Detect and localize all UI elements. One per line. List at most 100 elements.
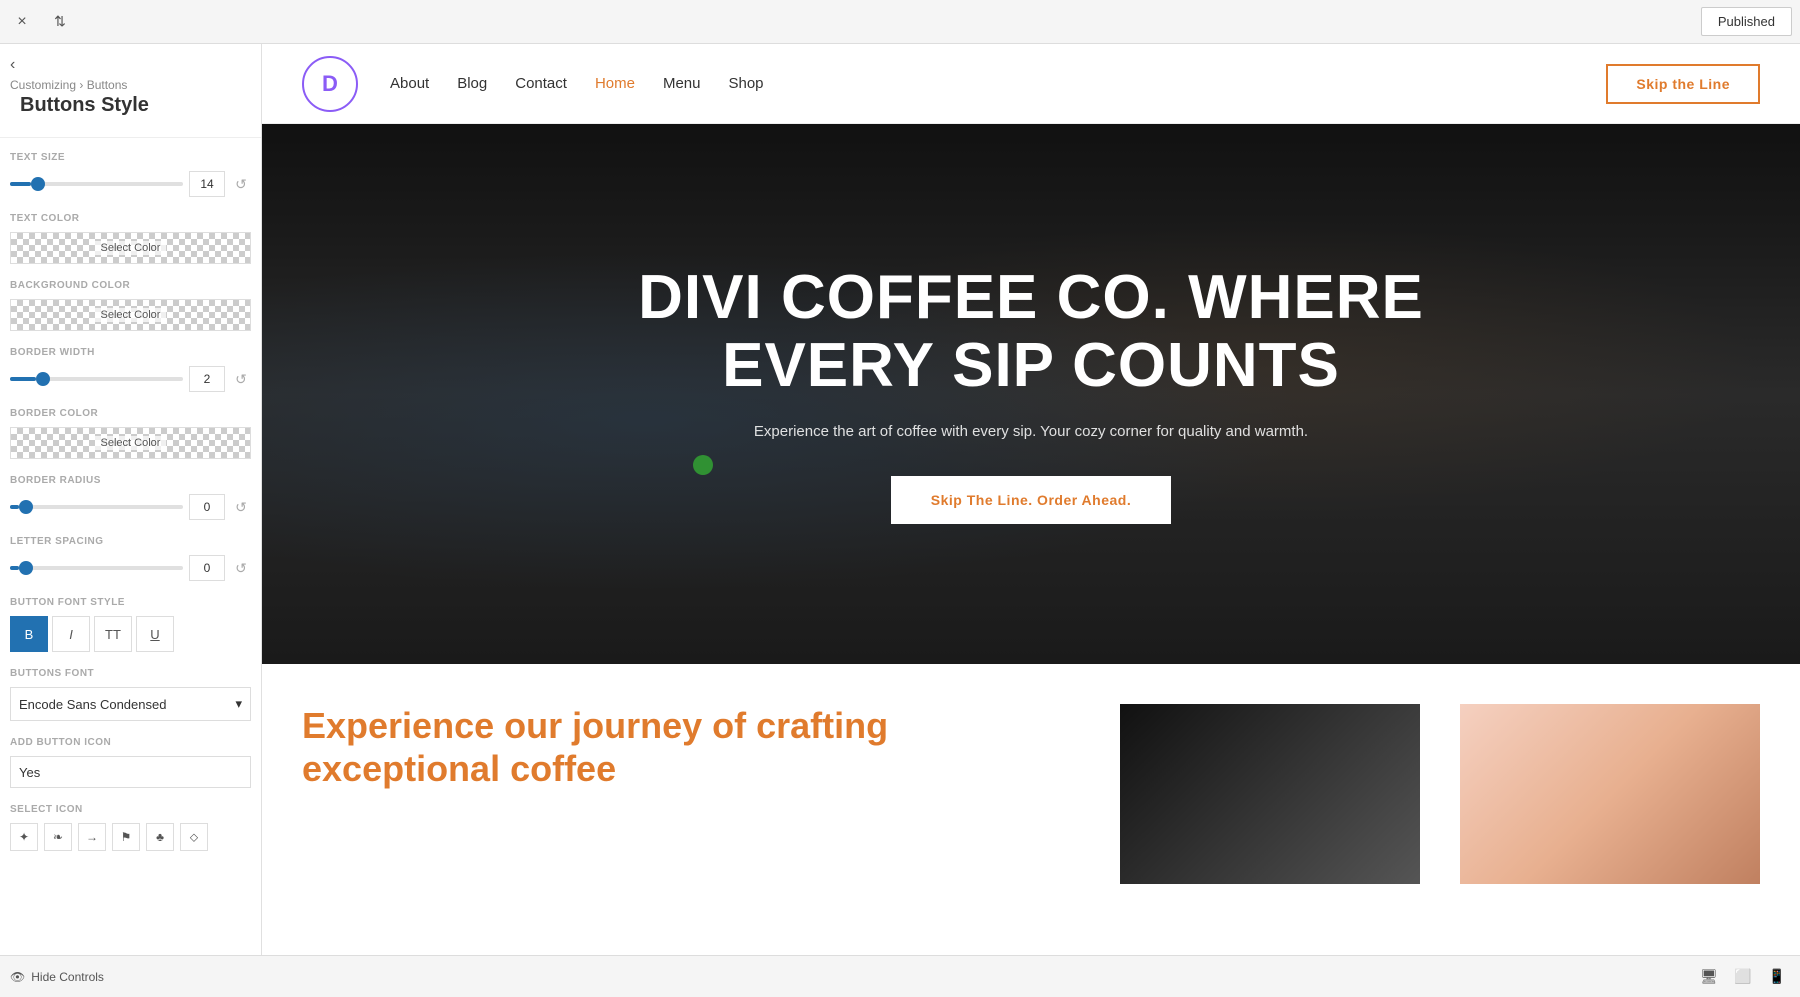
website-preview: D About Blog Contact Home Menu Shop Skip…: [262, 44, 1800, 955]
buttons-font-section: BUTTONS FONT Encode Sans Condensed ▾: [0, 658, 261, 727]
text-color-label: TEXT COLOR: [10, 213, 251, 224]
select-icon-section: SELECT ICON ✦ ❧ → ⚑ ♣ ⬦: [0, 794, 261, 857]
below-hero-text: Experience our journey of crafting excep…: [302, 704, 1080, 915]
history-arrows[interactable]: ⇅: [44, 8, 76, 36]
arrows-icon: ⇅: [54, 13, 66, 30]
hero-content: DIVI COFFEE CO. WHERE EVERY SIP COUNTS E…: [581, 264, 1481, 524]
text-size-row: 14 ↺: [10, 171, 251, 197]
nav-link-menu[interactable]: Menu: [663, 75, 701, 92]
underline-button[interactable]: U: [136, 616, 174, 652]
hero-title: DIVI COFFEE CO. WHERE EVERY SIP COUNTS: [601, 264, 1461, 400]
panel-title: Buttons Style: [10, 92, 251, 129]
text-size-value[interactable]: 14: [189, 171, 225, 197]
background-color-swatch-label: Select Color: [95, 308, 167, 322]
nav-link-blog[interactable]: Blog: [457, 75, 487, 92]
text-color-section: TEXT COLOR Select Color: [0, 203, 261, 270]
nav-link-shop[interactable]: Shop: [728, 75, 763, 92]
letter-spacing-slider[interactable]: [10, 566, 183, 570]
nav-link-about[interactable]: About: [390, 75, 429, 92]
text-size-reset[interactable]: ↺: [231, 174, 251, 194]
border-width-label: BORDER WIDTH: [10, 347, 251, 358]
border-radius-slider[interactable]: [10, 505, 183, 509]
border-radius-value[interactable]: 0: [189, 494, 225, 520]
nav-link-home[interactable]: Home: [595, 75, 635, 92]
icon-option[interactable]: ❧: [44, 823, 72, 851]
border-width-reset[interactable]: ↺: [231, 369, 251, 389]
add-button-icon-section: ADD BUTTON ICON Yes: [0, 727, 261, 794]
letter-spacing-section: LETTER SPACING 0 ↺: [0, 526, 261, 587]
letter-spacing-row: 0 ↺: [10, 555, 251, 581]
text-color-swatch[interactable]: Select Color: [10, 232, 251, 264]
icon-option[interactable]: ✦: [10, 823, 38, 851]
main-layout: ‹ Customizing › Buttons Buttons Style TE…: [0, 44, 1800, 955]
add-button-icon-label: ADD BUTTON ICON: [10, 737, 251, 748]
select-icon-label: SELECT ICON: [10, 804, 251, 815]
below-hero-section: Experience our journey of crafting excep…: [262, 664, 1800, 955]
bottom-bar: 👁 Hide Controls 🖥 ⬜ 📱: [0, 955, 1800, 997]
text-size-slider[interactable]: [10, 182, 183, 186]
icon-option[interactable]: ⚑: [112, 823, 140, 851]
border-radius-label: BORDER RADIUS: [10, 475, 251, 486]
hero-subtitle: Experience the art of coffee with every …: [601, 420, 1461, 444]
button-font-style-label: BUTTON FONT STYLE: [10, 597, 251, 608]
text-size-section: TEXT SIZE 14 ↺: [0, 142, 261, 203]
allcaps-button[interactable]: TT: [94, 616, 132, 652]
icon-option[interactable]: ♣: [146, 823, 174, 851]
eye-icon: 👁: [10, 970, 25, 984]
icon-grid: ✦ ❧ → ⚑ ♣ ⬦: [10, 823, 251, 851]
buttons-font-value: Encode Sans Condensed: [19, 697, 166, 712]
letter-spacing-label: LETTER SPACING: [10, 536, 251, 547]
add-button-icon-value[interactable]: Yes: [10, 756, 251, 788]
site-nav: D About Blog Contact Home Menu Shop Skip…: [262, 44, 1800, 124]
hide-controls-button[interactable]: 👁 Hide Controls: [10, 970, 104, 984]
site-logo: D: [302, 56, 358, 112]
text-size-label: TEXT SIZE: [10, 152, 251, 163]
nav-links: About Blog Contact Home Menu Shop: [390, 75, 1606, 92]
border-width-section: BORDER WIDTH 2 ↺: [0, 337, 261, 398]
border-color-label: BORDER COLOR: [10, 408, 251, 419]
desktop-view-button[interactable]: 🖥: [1696, 964, 1722, 990]
hero-section: DIVI COFFEE CO. WHERE EVERY SIP COUNTS E…: [262, 124, 1800, 664]
background-color-label: BACKGROUND COLOR: [10, 280, 251, 291]
border-color-section: BORDER COLOR Select Color: [0, 398, 261, 465]
published-button[interactable]: Published: [1701, 7, 1792, 36]
background-color-section: BACKGROUND COLOR Select Color: [0, 270, 261, 337]
border-color-swatch-label: Select Color: [95, 436, 167, 450]
close-icon: ×: [17, 13, 26, 31]
font-style-row: B I TT U: [10, 616, 251, 652]
back-button[interactable]: ‹: [0, 44, 261, 78]
border-radius-reset[interactable]: ↺: [231, 497, 251, 517]
border-radius-row: 0 ↺: [10, 494, 251, 520]
border-width-slider[interactable]: [10, 377, 183, 381]
background-color-swatch[interactable]: Select Color: [10, 299, 251, 331]
button-font-style-section: BUTTON FONT STYLE B I TT U: [0, 587, 261, 658]
letter-spacing-value[interactable]: 0: [189, 555, 225, 581]
back-arrow-icon: ‹: [10, 56, 15, 74]
border-width-value[interactable]: 2: [189, 366, 225, 392]
customizer-panel: ‹ Customizing › Buttons Buttons Style TE…: [0, 44, 262, 955]
hide-controls-label: Hide Controls: [31, 970, 104, 984]
below-hero-image-2: [1460, 704, 1760, 884]
text-color-swatch-label: Select Color: [95, 241, 167, 255]
hero-cta-button[interactable]: Skip The Line. Order Ahead.: [891, 476, 1171, 524]
mobile-view-button[interactable]: 📱: [1764, 964, 1790, 990]
icon-option[interactable]: →: [78, 823, 106, 851]
border-width-row: 2 ↺: [10, 366, 251, 392]
toolbar: × ⇅ Published: [0, 0, 1800, 44]
chevron-down-icon: ▾: [235, 696, 242, 712]
nav-cta-button[interactable]: Skip the Line: [1606, 64, 1760, 104]
icon-option[interactable]: ⬦: [180, 823, 208, 851]
close-button[interactable]: ×: [8, 8, 36, 36]
italic-button[interactable]: I: [52, 616, 90, 652]
border-color-swatch[interactable]: Select Color: [10, 427, 251, 459]
below-hero-title: Experience our journey of crafting excep…: [302, 704, 1080, 790]
letter-spacing-reset[interactable]: ↺: [231, 558, 251, 578]
buttons-font-label: BUTTONS FONT: [10, 668, 251, 679]
view-icons-group: 🖥 ⬜ 📱: [1696, 964, 1790, 990]
breadcrumb: Customizing › Buttons: [10, 78, 251, 92]
below-hero-image-1: [1120, 704, 1420, 884]
bold-button[interactable]: B: [10, 616, 48, 652]
tablet-view-button[interactable]: ⬜: [1730, 964, 1756, 990]
nav-link-contact[interactable]: Contact: [515, 75, 567, 92]
buttons-font-select[interactable]: Encode Sans Condensed ▾: [10, 687, 251, 721]
